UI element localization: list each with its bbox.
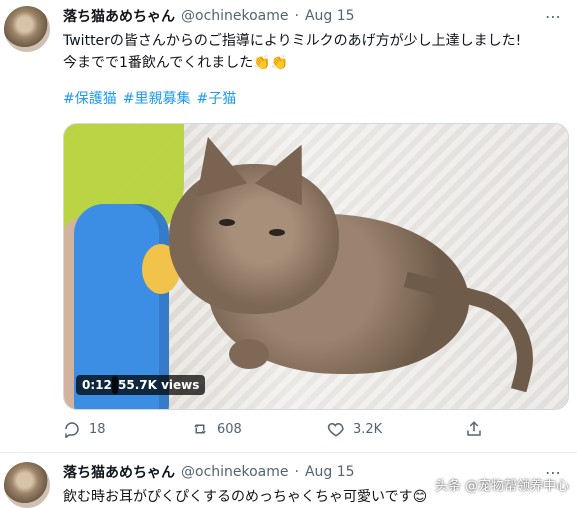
tweet[interactable]: 落ち猫あめちゃん @ochinekoame · Aug 15 ⋯ Twitter…	[0, 0, 577, 453]
tweet-header: 落ち猫あめちゃん @ochinekoame · Aug 15	[63, 462, 355, 482]
tweet-date[interactable]: Aug 15	[305, 464, 355, 480]
video-kitten-eye	[219, 219, 235, 226]
reply-count: 18	[89, 421, 106, 437]
share-button[interactable]	[465, 420, 483, 438]
more-icon[interactable]: ⋯	[543, 6, 563, 26]
tweet-text: Twitterの皆さんからのご指導によりミルクのあげ方が少し上達しました! 今ま…	[63, 30, 563, 74]
retweet-count: 608	[217, 421, 242, 437]
video-views-badge: 55.7K views	[112, 375, 206, 395]
separator-dot: ·	[294, 464, 299, 480]
video-kitten-eye	[269, 229, 285, 236]
avatar[interactable]	[4, 6, 50, 52]
reply-button[interactable]: 18	[63, 420, 106, 438]
video-kitten-paw	[229, 339, 269, 369]
like-button[interactable]: 3.2K	[327, 420, 382, 438]
heart-icon	[327, 422, 344, 437]
retweet-button[interactable]: 608	[191, 420, 242, 438]
tweet-header: 落ち猫あめちゃん @ochinekoame · Aug 15	[63, 6, 355, 26]
hashtags: #保護猫 #里親募集 #子猫	[63, 88, 236, 108]
tweet-date[interactable]: Aug 15	[305, 8, 355, 24]
tweet[interactable]: 落ち猫あめちゃん @ochinekoame · Aug 15 ⋯ 飲む時お耳がぴ…	[0, 452, 577, 508]
like-count: 3.2K	[353, 421, 383, 437]
hashtag-link[interactable]: #里親募集	[123, 88, 191, 108]
avatar[interactable]	[4, 462, 50, 508]
separator-dot: ·	[294, 8, 299, 24]
tweet-text-line: 今までで1番飲んでくれました👏👏	[63, 55, 289, 71]
author-name[interactable]: 落ち猫あめちゃん	[63, 462, 175, 482]
hashtag-link[interactable]: #子猫	[196, 88, 236, 108]
reply-icon	[65, 422, 79, 438]
tweet-actions: 18 608 3.2K	[63, 418, 523, 440]
video-player[interactable]: 0:12 55.7K views	[63, 123, 569, 410]
author-handle[interactable]: @ochinekoame	[181, 464, 289, 480]
author-name[interactable]: 落ち猫あめちゃん	[63, 6, 175, 26]
retweet-icon	[194, 424, 206, 434]
watermark: 头条 @宠物帮领养中心	[434, 479, 569, 494]
hashtag-link[interactable]: #保護猫	[63, 88, 117, 108]
author-handle[interactable]: @ochinekoame	[181, 8, 289, 24]
share-icon	[467, 421, 481, 436]
tweet-text-line: Twitterの皆さんからのご指導によりミルクのあげ方が少し上達しました!	[63, 33, 522, 49]
